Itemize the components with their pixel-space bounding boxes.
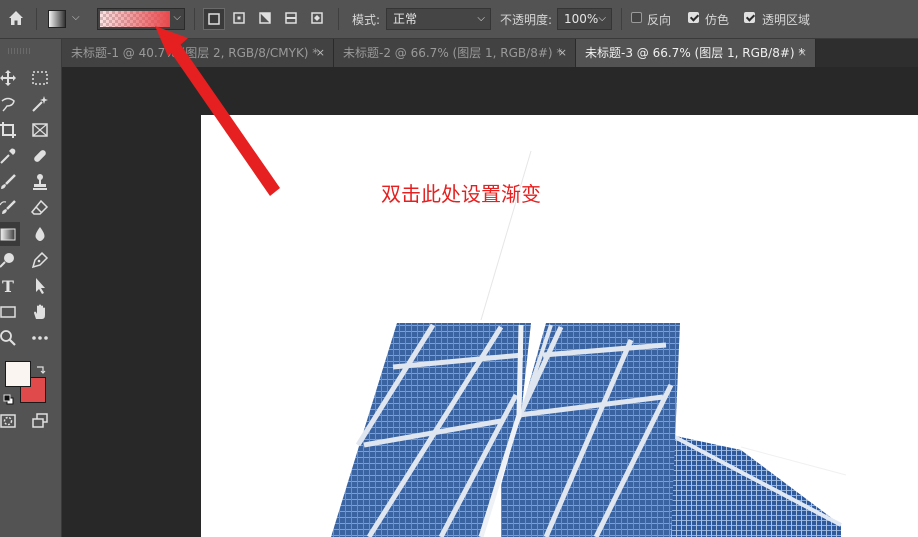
- brush-tool-icon[interactable]: [0, 170, 20, 194]
- mode-label: 模式:: [352, 13, 381, 27]
- more-tools-icon[interactable]: [28, 326, 52, 350]
- home-icon[interactable]: [6, 8, 26, 28]
- lasso-tool-icon[interactable]: [0, 92, 20, 116]
- annotation-text: 双击此处设置渐变: [381, 182, 541, 206]
- tab-document-3[interactable]: 未标题-3 @ 66.7% (图层 1, RGB/8#) * ×: [576, 39, 816, 67]
- eraser-tool-icon[interactable]: [28, 196, 52, 220]
- type-tool-glyph: T: [2, 276, 14, 296]
- divider: [621, 8, 622, 30]
- chevron-down-icon[interactable]: ⌵: [72, 12, 80, 23]
- tab-document-2[interactable]: 未标题-2 @ 66.7% (图层 1, RGB/8#) * ×: [334, 39, 576, 67]
- panel-grip[interactable]: [8, 48, 30, 54]
- hand-tool-icon[interactable]: [28, 300, 52, 324]
- quick-mask-icon[interactable]: [0, 409, 20, 433]
- frame-tool-icon[interactable]: [28, 118, 52, 142]
- document-tabs: 未标题-1 @ 40.7% (图层 2, RGB/8/CMYK) * × 未标题…: [62, 39, 918, 67]
- tab-label: 未标题-3 @ 66.7% (图层 1, RGB/8#) *: [585, 46, 805, 60]
- pen-tool-icon[interactable]: [28, 248, 52, 272]
- chevron-down-icon: ⌵: [598, 13, 606, 24]
- dither-label: 仿色: [705, 13, 730, 27]
- zoom-tool-icon[interactable]: [0, 326, 20, 350]
- eyedropper-tool-icon[interactable]: [0, 144, 20, 168]
- mode-select[interactable]: 正常 ⌵: [386, 8, 491, 30]
- magic-wand-tool-icon[interactable]: [28, 92, 52, 116]
- gradient-tool-icon[interactable]: [0, 222, 20, 246]
- move-tool-icon[interactable]: [0, 66, 20, 90]
- divider: [194, 8, 195, 30]
- default-colors-icon[interactable]: [3, 390, 14, 409]
- transparency-label: 透明区域: [762, 13, 811, 27]
- blur-tool-icon[interactable]: [28, 222, 52, 246]
- opacity-label: 不透明度:: [500, 13, 553, 27]
- angle-gradient-button[interactable]: [255, 8, 277, 30]
- swap-colors-icon[interactable]: [36, 359, 46, 378]
- tool-preset-icon[interactable]: [48, 10, 66, 28]
- diamond-gradient-button[interactable]: [307, 8, 329, 30]
- dodge-tool-icon[interactable]: [0, 248, 20, 272]
- tools-panel: T: [0, 39, 62, 537]
- divider: [338, 8, 339, 30]
- rectangle-tool-icon[interactable]: [0, 300, 20, 324]
- close-icon[interactable]: ×: [558, 39, 567, 67]
- building-photo: [331, 150, 847, 537]
- gradient-swatch[interactable]: [100, 11, 170, 27]
- reverse-checkbox[interactable]: [631, 12, 642, 23]
- path-selection-tool-icon[interactable]: [28, 274, 52, 298]
- close-icon[interactable]: ×: [316, 39, 325, 67]
- healing-brush-tool-icon[interactable]: [28, 144, 52, 168]
- screen-mode-icon[interactable]: [28, 409, 52, 433]
- document-canvas[interactable]: [201, 115, 918, 537]
- radial-gradient-button[interactable]: [229, 8, 251, 30]
- gradient-editor-button[interactable]: ⌵: [97, 8, 185, 30]
- tab-document-1[interactable]: 未标题-1 @ 40.7% (图层 2, RGB/8/CMYK) * ×: [62, 39, 334, 67]
- clone-stamp-tool-icon[interactable]: [28, 170, 52, 194]
- options-bar: ⌵ ⌵ 模式: 正常 ⌵ 不透明度: 100% ⌵ 反向 仿色 透明区域: [0, 0, 918, 39]
- reflected-gradient-button[interactable]: [281, 8, 303, 30]
- close-icon[interactable]: ×: [798, 39, 807, 67]
- history-brush-tool-icon[interactable]: [0, 196, 20, 220]
- tab-label: 未标题-1 @ 40.7% (图层 2, RGB/8/CMYK) *: [71, 46, 319, 60]
- type-tool-icon[interactable]: T: [0, 274, 20, 298]
- marquee-tool-icon[interactable]: [28, 66, 52, 90]
- mode-value: 正常: [393, 12, 418, 26]
- chevron-down-icon: ⌵: [477, 13, 485, 24]
- transparency-checkbox[interactable]: [744, 12, 755, 23]
- dither-checkbox[interactable]: [688, 12, 699, 23]
- crop-tool-icon[interactable]: [0, 118, 20, 142]
- foreground-color-swatch[interactable]: [5, 361, 31, 387]
- opacity-input[interactable]: 100% ⌵: [557, 8, 612, 30]
- linear-gradient-button[interactable]: [203, 8, 225, 30]
- opacity-value: 100%: [564, 12, 599, 26]
- chevron-down-icon[interactable]: ⌵: [173, 12, 181, 23]
- divider: [36, 8, 37, 30]
- tab-label: 未标题-2 @ 66.7% (图层 1, RGB/8#) *: [343, 46, 563, 60]
- reverse-label: 反向: [647, 13, 672, 27]
